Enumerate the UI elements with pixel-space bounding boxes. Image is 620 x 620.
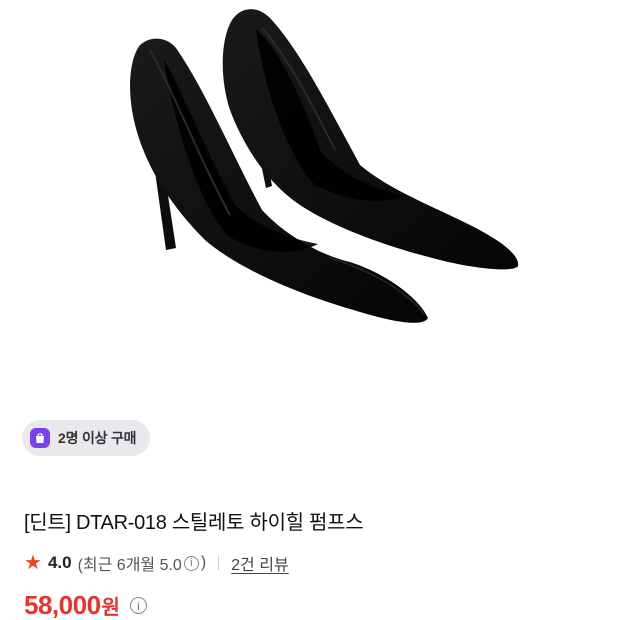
pumps-illustration	[130, 9, 519, 323]
product-title: [딘트] DTAR-018 스틸레토 하이힐 펌프스	[24, 512, 364, 534]
divider	[218, 556, 220, 570]
badge-text: 2명 이상 구매	[58, 430, 137, 446]
review-count-link[interactable]: 2건 리뷰	[231, 551, 289, 575]
rating-score: 4.0	[47, 553, 72, 572]
rating-row: ★ 4.0 (최근 6개월 5.0 i ) 2건 리뷰	[24, 551, 289, 575]
info-icon[interactable]: i	[183, 555, 199, 571]
price-info-icon[interactable]: i	[129, 597, 147, 614]
star-icon: ★	[24, 552, 42, 574]
buyers-badge: 2명 이상 구매	[22, 420, 151, 456]
recent-rating-prefix: (최근 6개월 5.0	[77, 557, 182, 574]
price-row: 58,000 원 i	[24, 590, 149, 620]
recent-rating-suffix: )	[200, 554, 207, 571]
price-unit: 원	[101, 597, 120, 619]
shopping-bag-icon	[30, 428, 50, 448]
product-image[interactable]	[0, 0, 620, 400]
price-amount: 58,000	[24, 590, 101, 620]
